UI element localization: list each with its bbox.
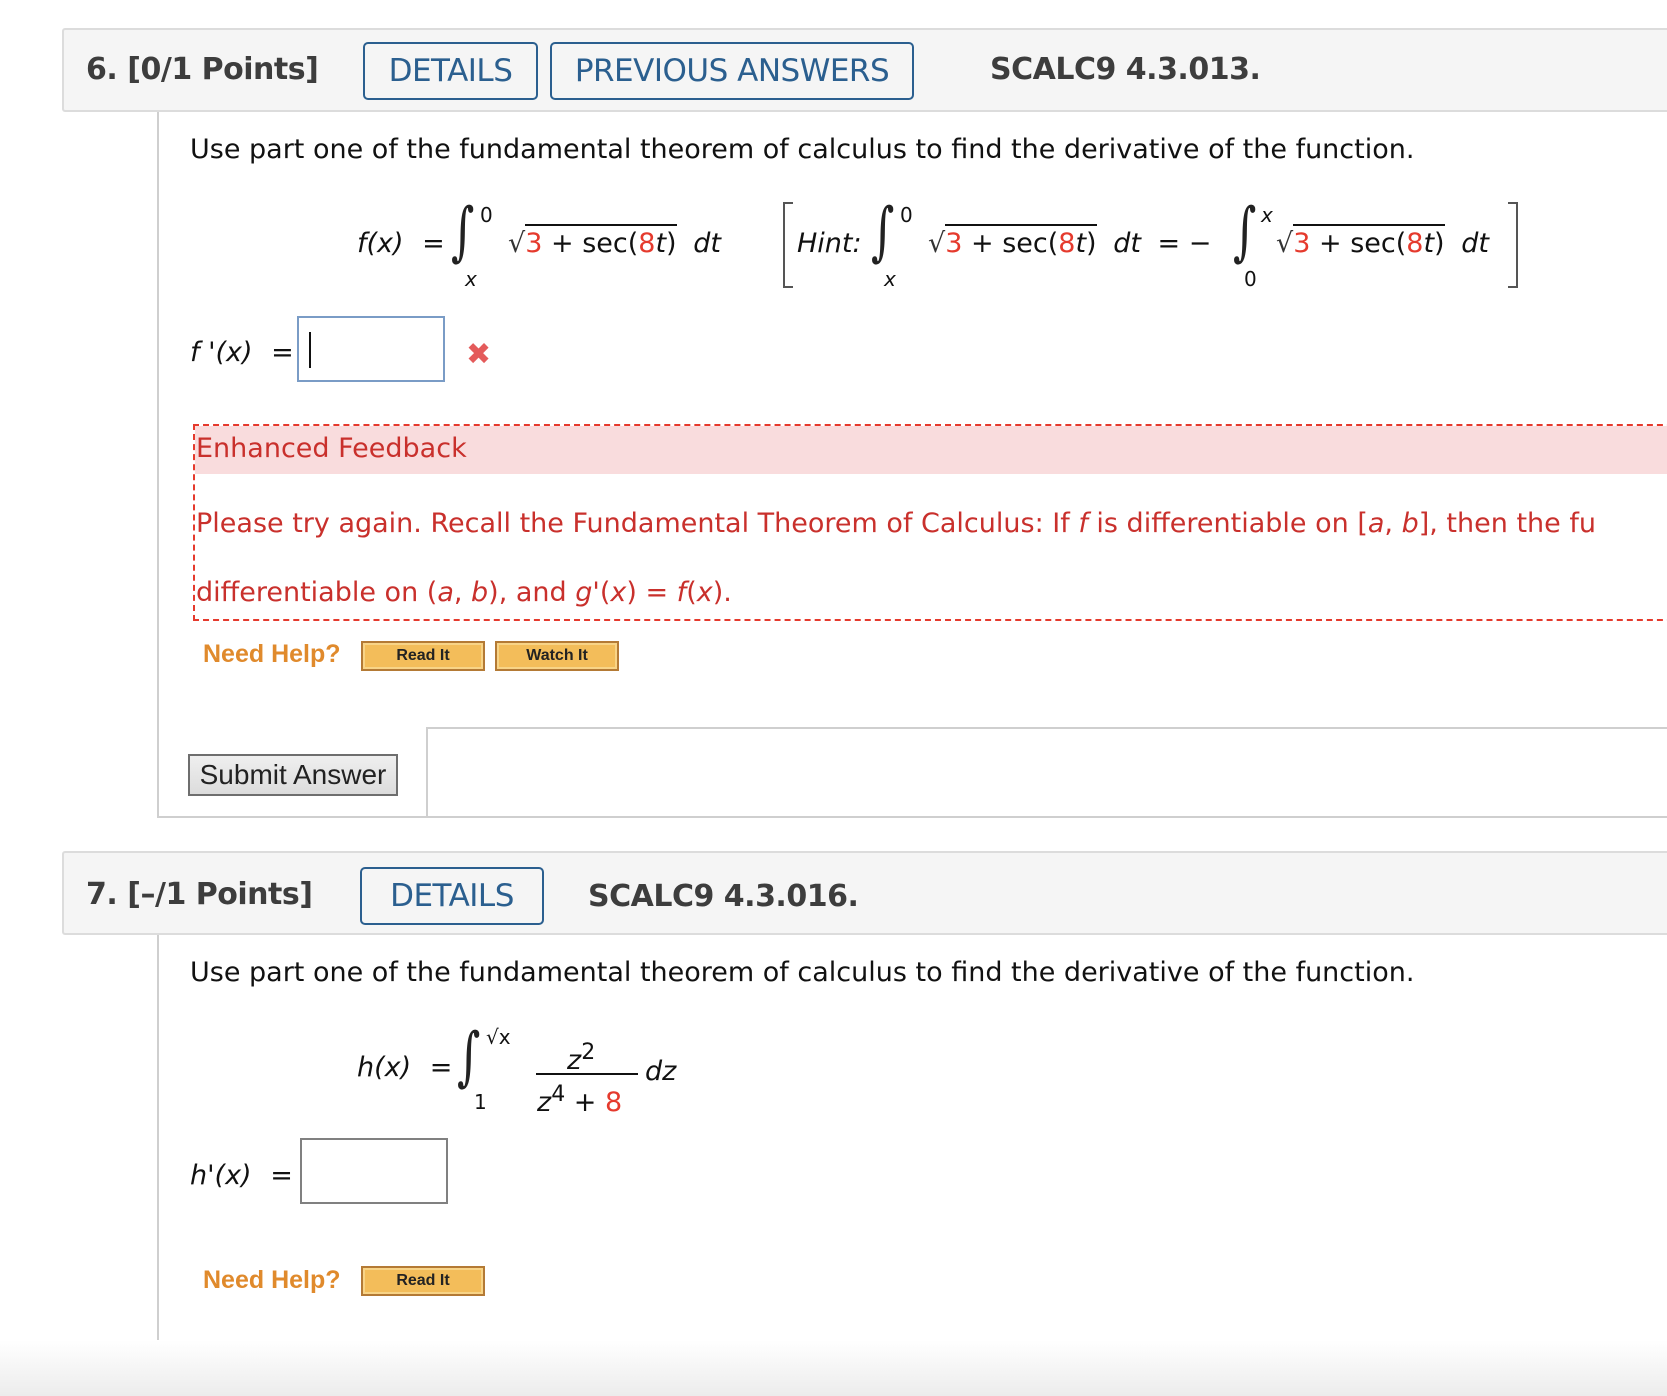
integral-sign: ∫ xyxy=(451,195,475,269)
hint-upper-limit-left: 0 xyxy=(900,203,913,227)
enhanced-feedback: Enhanced Feedback Please try again. Reca… xyxy=(193,424,1667,621)
hint-label: Hint: xyxy=(797,228,862,259)
hint-left-bracket xyxy=(783,202,793,288)
previous-answers-button[interactable]: PREVIOUS ANSWERS xyxy=(550,42,914,100)
fraction-bar xyxy=(536,1073,638,1075)
incorrect-x-icon: ✖ xyxy=(466,337,492,372)
hint-upper-limit-right: x xyxy=(1261,203,1273,227)
need-help-label: Need Help? xyxy=(203,1266,341,1294)
lower-limit: 1 xyxy=(474,1090,487,1114)
answer-input-f-prime[interactable] xyxy=(297,316,445,382)
hint-integral-sign-right: ∫ xyxy=(1233,195,1257,269)
function-definition: f(x) = xyxy=(357,228,455,259)
question-number: 7. xyxy=(86,877,118,912)
question-points: [–/1 Points] xyxy=(127,877,313,912)
function-lhs: f(x) xyxy=(357,228,404,259)
answer-label: f '(x) = xyxy=(190,337,294,368)
fraction-denominator: z4 + 8 xyxy=(537,1082,623,1118)
function-definition: h(x) = xyxy=(357,1052,453,1083)
answer-input-h-prime[interactable] xyxy=(300,1138,448,1204)
details-button[interactable]: DETAILS xyxy=(363,42,538,100)
hint-integrand-left: √3 + sec(8t) dt = − xyxy=(928,224,1212,259)
feedback-line-2: differentiable on (a, b), and g'(x) = f(… xyxy=(196,577,732,608)
answer-label: h'(x) = xyxy=(190,1160,293,1191)
question-code: SCALC9 4.3.016. xyxy=(588,879,859,914)
question-6-prompt: Use part one of the fundamental theorem … xyxy=(190,134,1415,165)
read-it-button[interactable]: Read It xyxy=(361,641,485,671)
feedback-line-1: Please try again. Recall the Fundamental… xyxy=(196,508,1596,539)
hint-right-bracket xyxy=(1508,202,1518,288)
details-button[interactable]: DETAILS xyxy=(360,867,544,925)
equals-sign: = xyxy=(422,228,445,259)
submit-answer-button[interactable]: Submit Answer xyxy=(188,754,398,796)
watch-it-button[interactable]: Watch It xyxy=(495,641,619,671)
integral-sign: ∫ xyxy=(457,1020,481,1094)
read-it-button[interactable]: Read It xyxy=(361,1266,485,1296)
answer-status-panel xyxy=(426,727,1667,817)
question-7-header: 7. [–/1 Points] DETAILS SCALC9 4.3.016. xyxy=(62,851,1667,935)
sqrt-radicand: 3 + sec(8t) xyxy=(525,224,677,259)
hint-lower-limit-right: 0 xyxy=(1244,267,1257,291)
question-number: 6. xyxy=(86,52,118,87)
upper-limit: 0 xyxy=(480,203,493,227)
need-help-label: Need Help? xyxy=(203,640,341,668)
question-code: SCALC9 4.3.013. xyxy=(990,52,1261,87)
fraction-numerator: z2 xyxy=(567,1040,596,1076)
text-cursor xyxy=(309,332,311,368)
hint-lower-limit-left: x xyxy=(884,267,896,291)
differential: dt xyxy=(693,228,721,259)
sqrt-symbol: √ xyxy=(508,228,526,259)
hint-integrand-right: √3 + sec(8t) dt xyxy=(1276,224,1489,259)
hint-integral-sign-left: ∫ xyxy=(871,195,895,269)
page-bottom-shadow xyxy=(0,1340,1667,1396)
question-7-prompt: Use part one of the fundamental theorem … xyxy=(190,957,1415,988)
question-7-title: 7. [–/1 Points] xyxy=(86,877,313,912)
upper-limit: √x xyxy=(486,1025,511,1049)
question-6-title: 6. [0/1 Points] xyxy=(86,52,319,87)
differential: dz xyxy=(645,1056,677,1087)
question-6-header: 6. [0/1 Points] DETAILS PREVIOUS ANSWERS … xyxy=(62,28,1667,112)
integrand: √3 + sec(8t) dt xyxy=(508,224,721,259)
lower-limit: x xyxy=(465,267,477,291)
feedback-title: Enhanced Feedback xyxy=(195,426,1667,474)
question-points: [0/1 Points] xyxy=(127,52,319,87)
hint-equals-negative: = − xyxy=(1157,228,1212,259)
